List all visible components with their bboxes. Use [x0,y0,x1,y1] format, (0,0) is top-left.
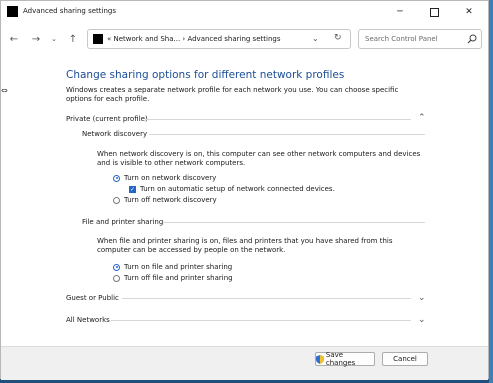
app-icon [7,6,18,17]
file-printer-sharing-title: File and printer sharing [82,218,164,226]
turn-on-file-printer-sharing-radio[interactable]: Turn on file and printer sharing [113,263,232,271]
divider [149,134,425,135]
private-profile-header[interactable]: Private (current profile) [66,115,148,123]
title-bar: Advanced sharing settings ─ ✕ [1,1,488,23]
close-icon: ✕ [465,7,473,17]
network-discovery-description: When network discovery is on, this compu… [97,150,421,167]
footer-bar: Save changes Cancel [1,346,488,380]
up-button[interactable]: ↑ [66,32,80,46]
radio-label: Turn off network discovery [124,196,217,204]
maximize-icon [429,7,439,17]
chevron-down-icon[interactable]: ⌄ [418,293,426,303]
turn-off-network-discovery-radio[interactable]: Turn off network discovery [113,196,217,204]
advanced-sharing-window: Advanced sharing settings ─ ✕ ← → ⌄ ↑ « … [0,0,489,380]
navigation-bar: ← → ⌄ ↑ « Network and Sha... › Advanced … [1,26,488,52]
save-changes-button[interactable]: Save changes [315,351,375,367]
page-title: Change sharing options for different net… [66,69,345,81]
radio-label: Turn off file and printer sharing [124,274,233,282]
guest-public-profile-header[interactable]: Guest or Public [66,294,119,302]
address-bar[interactable]: « Network and Sha... › Advanced sharing … [87,29,351,49]
forward-arrow-icon: → [31,33,41,45]
radio-unselected-icon [113,196,120,204]
divider [122,298,411,299]
radio-unselected-icon [113,274,120,282]
minimize-button[interactable]: ─ [387,1,413,23]
divider [111,320,411,321]
chevron-up-icon[interactable]: ⌃ [418,113,426,123]
radio-selected-icon [113,174,120,182]
search-icon [467,34,477,44]
address-dropdown-icon[interactable]: ⌄ [312,34,319,43]
maximize-button[interactable] [421,1,447,23]
radio-selected-icon [113,263,120,271]
close-button[interactable]: ✕ [456,1,482,23]
search-box[interactable]: Search Control Panel [358,29,482,49]
mouse-cursor-icon: ⇔ [1,86,8,95]
desktop-background [489,0,493,383]
turn-off-file-printer-sharing-radio[interactable]: Turn off file and printer sharing [113,274,233,282]
file-printer-sharing-description: When file and printer sharing is on, fil… [97,237,393,254]
automatic-setup-checkbox[interactable]: ✓ Turn on automatic setup of network con… [129,185,335,193]
radio-label: Turn on file and printer sharing [124,263,233,271]
refresh-icon[interactable]: ↻ [334,33,342,43]
intro-text: Windows creates a separate network profi… [66,86,399,103]
save-button-label: Save changes [325,351,356,367]
breadcrumb[interactable]: « Network and Sha... › Advanced sharing … [107,35,280,43]
radio-label: Turn on network discovery [124,174,217,182]
chevron-down-icon[interactable]: ⌄ [418,315,426,325]
checkbox-checked-icon: ✓ [129,185,136,193]
all-networks-profile-header[interactable]: All Networks [66,316,110,324]
chevron-down-icon: ⌄ [51,35,57,43]
divider [163,222,425,223]
checkbox-label: Turn on automatic setup of network conne… [140,185,335,193]
cancel-button-label: Cancel [393,355,417,363]
back-arrow-icon: ← [9,33,19,45]
minimize-icon: ─ [397,7,403,17]
control-panel-icon [93,34,103,44]
back-button[interactable]: ← [7,32,21,46]
window-title: Advanced sharing settings [23,7,117,15]
divider [145,119,411,120]
cancel-button[interactable]: Cancel [382,352,428,366]
turn-on-network-discovery-radio[interactable]: Turn on network discovery [113,174,216,182]
shield-icon [316,354,324,364]
forward-button[interactable]: → [29,32,43,46]
search-input[interactable]: Search Control Panel [365,35,438,43]
up-arrow-icon: ↑ [68,33,78,45]
recent-locations-button[interactable]: ⌄ [47,32,61,46]
network-discovery-title: Network discovery [82,130,148,138]
